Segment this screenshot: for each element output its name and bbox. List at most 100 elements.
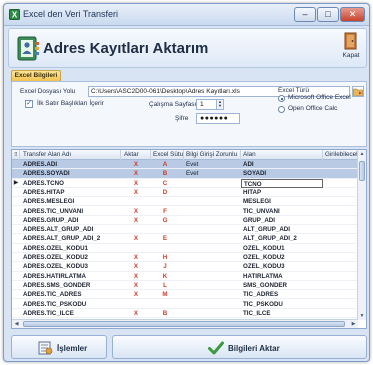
row-indicator[interactable]	[12, 160, 20, 169]
cell-bilgi-girisi[interactable]	[184, 262, 244, 271]
table-row[interactable]: ADRES.OZEL_KODU1 OZEL_KODU1	[12, 244, 358, 253]
cell-alan[interactable]: TIC_UNVANI	[241, 207, 323, 216]
cell-aktar[interactable]	[122, 197, 150, 206]
cell-alan[interactable]: GRUP_ADI	[241, 216, 323, 225]
table-row[interactable]: ADRES.HATIRLATMA X K HATIRLATMA	[12, 272, 358, 281]
cell-bilgi-girisi[interactable]: Evet	[184, 160, 244, 169]
row-indicator[interactable]	[12, 169, 20, 178]
cell-excel-sutunu[interactable]	[151, 244, 179, 253]
vertical-scroll-thumb[interactable]	[359, 161, 365, 181]
cell-alan[interactable]: TIC_ILCE	[241, 309, 323, 318]
row-indicator[interactable]: ▶	[12, 179, 20, 188]
header-grip[interactable]: ⠿	[12, 150, 20, 160]
cell-transfer-alan[interactable]: ADRES.GRUP_ADI	[21, 216, 121, 225]
table-row[interactable]: ADRES.OZEL_KODU2 X H OZEL_KODU2	[12, 253, 358, 263]
table-row[interactable]: ADRES.MESLEGI MESLEGI	[12, 197, 358, 207]
cell-aktar[interactable]: X	[122, 160, 150, 169]
cell-alan[interactable]: TIC_PSKODU	[241, 300, 323, 309]
kapat-button[interactable]: Kapat	[340, 32, 362, 66]
bilgileri-aktar-button[interactable]: Bilgileri Aktar	[112, 335, 367, 359]
header-aktar[interactable]: Aktar	[122, 150, 151, 160]
cell-alan[interactable]: OZEL_KODU2	[241, 253, 323, 262]
cell-transfer-alan[interactable]: ADRES.ALT_GRUP_ADI_2	[21, 234, 121, 243]
cell-excel-sutunu[interactable]	[151, 225, 179, 234]
cell-excel-sutunu[interactable]: B	[151, 309, 179, 318]
cell-bilgi-girisi[interactable]	[184, 300, 244, 309]
cell-aktar[interactable]: X	[122, 216, 150, 225]
cell-transfer-alan[interactable]: ADRES.OZEL_KODU1	[21, 244, 121, 253]
vertical-scrollbar[interactable]: ▲ ▼	[357, 150, 366, 320]
horizontal-scrollbar[interactable]: ◀ ▶	[12, 319, 358, 328]
cell-aktar[interactable]: X	[122, 179, 150, 188]
minimize-button[interactable]: –	[294, 7, 316, 22]
cell-aktar[interactable]: X	[122, 188, 150, 197]
row-indicator[interactable]	[12, 188, 20, 197]
cell-aktar[interactable]: X	[122, 253, 150, 262]
table-row[interactable]: ADRES.TIC_ILCE X B TIC_ILCE	[12, 309, 358, 319]
cell-bilgi-girisi[interactable]	[184, 197, 244, 206]
cell-aktar[interactable]: X	[122, 309, 150, 318]
cell-bilgi-girisi[interactable]	[184, 309, 244, 318]
cell-excel-sutunu[interactable]: F	[151, 207, 179, 216]
table-row[interactable]: ADRES.GRUP_ADI X G GRUP_ADI	[12, 216, 358, 226]
cell-alan[interactable]: OZEL_KODU3	[241, 262, 323, 271]
row-indicator[interactable]	[12, 272, 20, 281]
cell-alan[interactable]: MESLEGI	[241, 197, 323, 206]
cell-alan[interactable]: HATIRLATMA	[241, 272, 323, 281]
cell-aktar[interactable]: X	[122, 207, 150, 216]
cell-aktar[interactable]	[122, 300, 150, 309]
table-row[interactable]: ▶ ADRES.TCNO X C TCNO	[12, 178, 358, 188]
table-row[interactable]: ADRES.ADI X A Evet ADI	[12, 160, 358, 170]
cell-transfer-alan[interactable]: ADRES.HITAP	[21, 188, 121, 197]
cell-transfer-alan[interactable]: ADRES.HATIRLATMA	[21, 272, 121, 281]
header-transfer-alan[interactable]: Transfer Alan Adı	[21, 150, 121, 160]
cell-alan[interactable]: TCNO	[241, 178, 323, 188]
cell-alan[interactable]: SMS_GONDER	[241, 281, 323, 290]
row-indicator[interactable]	[12, 290, 20, 299]
table-row[interactable]: ADRES.ALT_GRUP_ADI ALT_GRUP_ADI	[12, 225, 358, 235]
table-row[interactable]: ADRES.SMS_GONDER X L SMS_GONDER	[12, 281, 358, 291]
cell-transfer-alan[interactable]: ADRES.SOYADI	[21, 169, 121, 178]
cell-bilgi-girisi[interactable]	[184, 207, 244, 216]
row-indicator[interactable]	[12, 244, 20, 253]
row-indicator[interactable]	[12, 281, 20, 290]
cell-aktar[interactable]	[122, 244, 150, 253]
cell-aktar[interactable]: X	[122, 234, 150, 243]
cell-excel-sutunu[interactable]	[151, 197, 179, 206]
cell-excel-sutunu[interactable]: C	[151, 179, 179, 188]
table-row[interactable]: ADRES.TIC_ADRES X M TIC_ADRES	[12, 290, 358, 300]
cell-aktar[interactable]: X	[122, 281, 150, 290]
sheet-number-input[interactable]: 1 ▲ ▼	[196, 99, 224, 110]
cell-bilgi-girisi[interactable]	[184, 188, 244, 197]
cell-bilgi-girisi[interactable]	[184, 272, 244, 281]
cell-excel-sutunu[interactable]: B	[151, 169, 179, 178]
row-indicator[interactable]	[12, 234, 20, 243]
table-row[interactable]: ADRES.ALT_GRUP_ADI_2 X E ALT_GRUP_ADI_2	[12, 234, 358, 244]
cell-excel-sutunu[interactable]: L	[151, 281, 179, 290]
title-bar[interactable]: X Excel den Veri Transferi – □ ✕	[4, 4, 369, 26]
scroll-up-icon[interactable]: ▲	[358, 150, 366, 158]
cell-transfer-alan[interactable]: ADRES.SMS_GONDER	[21, 281, 121, 290]
password-field[interactable]: ●●●●●●	[196, 113, 240, 124]
radio-unselected-dot[interactable]	[278, 106, 285, 113]
sheet-spinner[interactable]: ▲ ▼	[216, 100, 223, 109]
cell-alan[interactable]: ALT_GRUP_ADI	[241, 225, 323, 234]
cell-alan[interactable]: SOYADI	[241, 169, 323, 178]
cell-bilgi-girisi[interactable]	[184, 281, 244, 290]
row-indicator[interactable]	[12, 253, 20, 262]
close-window-button[interactable]: ✕	[340, 7, 365, 22]
row-indicator[interactable]	[12, 207, 20, 216]
radio-selected-dot[interactable]	[278, 95, 285, 102]
row-indicator[interactable]	[12, 300, 20, 309]
cell-transfer-alan[interactable]: ADRES.OZEL_KODU3	[21, 262, 121, 271]
cell-alan[interactable]: TIC_ADRES	[241, 290, 323, 299]
scroll-down-icon[interactable]: ▼	[358, 312, 366, 320]
cell-bilgi-girisi[interactable]	[184, 179, 244, 188]
islemler-button[interactable]: İşlemler	[11, 335, 107, 359]
horizontal-scroll-thumb[interactable]	[23, 321, 345, 327]
row-indicator[interactable]	[12, 262, 20, 271]
cell-aktar[interactable]: X	[122, 290, 150, 299]
cell-excel-sutunu[interactable]: M	[151, 290, 179, 299]
cell-transfer-alan[interactable]: ADRES.TIC_PSKODU	[21, 300, 121, 309]
cell-transfer-alan[interactable]: ADRES.TIC_UNVANI	[21, 207, 121, 216]
